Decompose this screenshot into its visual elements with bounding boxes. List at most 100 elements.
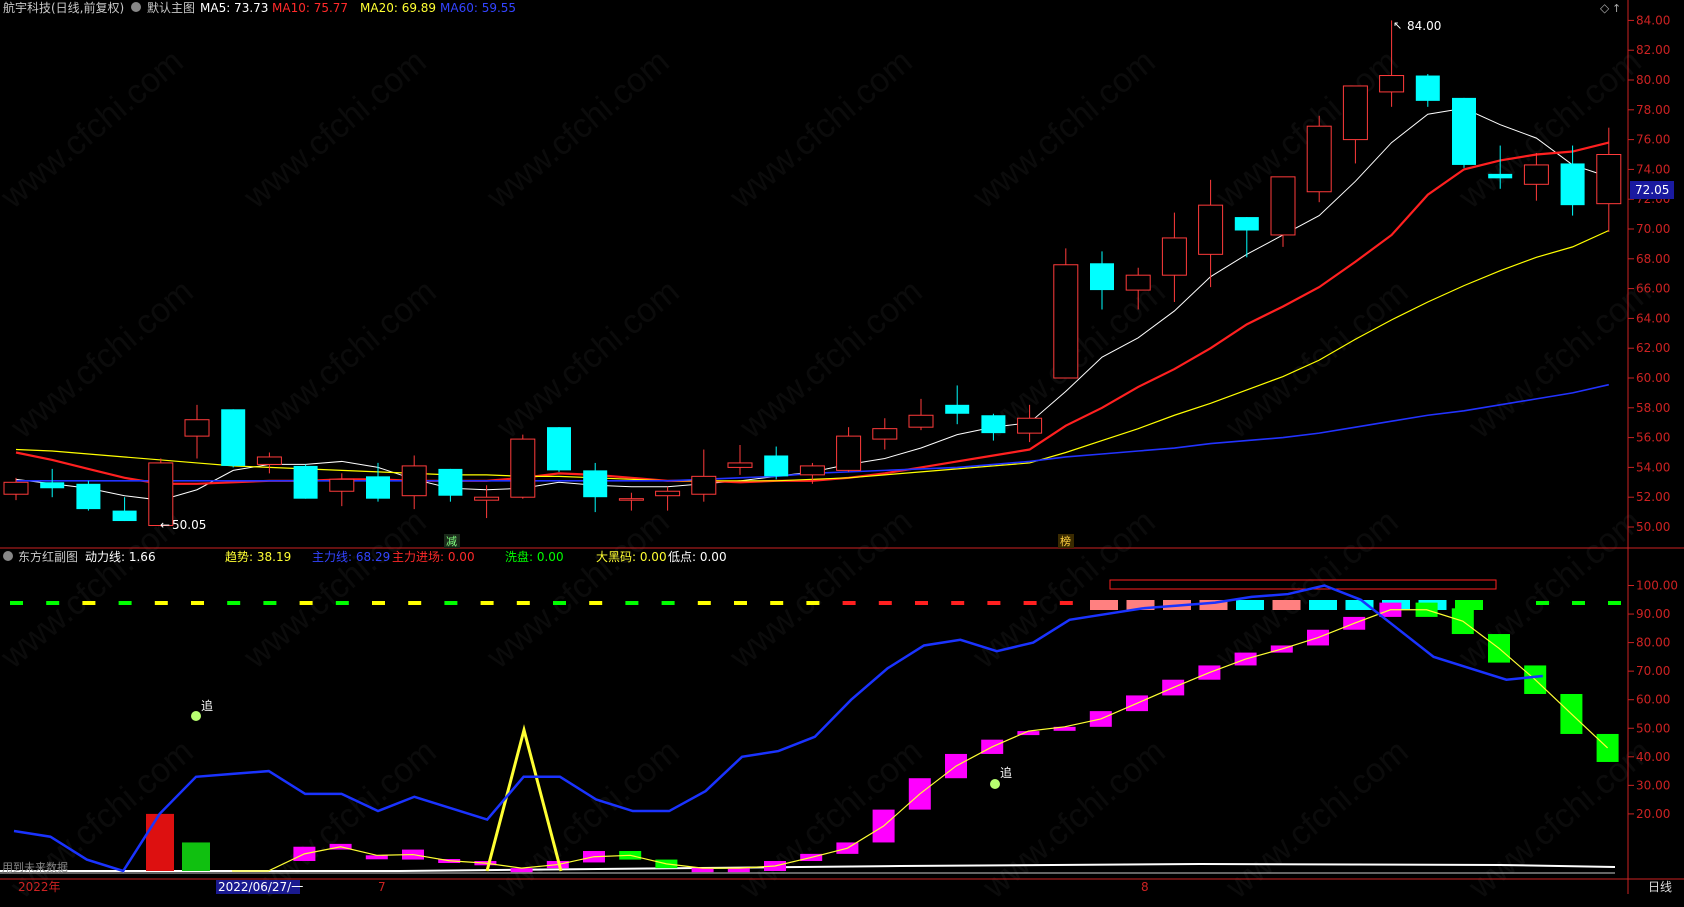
signal-dash bbox=[480, 601, 494, 605]
signal-dash bbox=[1536, 601, 1549, 605]
signal-dash bbox=[1608, 601, 1621, 605]
candle-body bbox=[1379, 75, 1405, 93]
low-point-label: 低点: 0.00 bbox=[668, 550, 727, 564]
power-line bbox=[0, 862, 1616, 872]
signal-dash bbox=[553, 601, 566, 605]
top-zone-bar bbox=[1272, 600, 1301, 610]
price-plot bbox=[3, 20, 1622, 527]
indicator-tick-label: 60.00 bbox=[1636, 693, 1670, 707]
candle-body bbox=[547, 427, 571, 471]
main-line bbox=[13, 584, 1543, 873]
ma5-label: MA5: 73.73 bbox=[200, 1, 268, 15]
signal-dash bbox=[589, 601, 603, 605]
signal-dash bbox=[46, 601, 60, 605]
stock-name: 航宇科技(日线,前复权) bbox=[3, 0, 124, 15]
top-zone-bar bbox=[1236, 600, 1264, 610]
month-8-label: 8 bbox=[1141, 880, 1149, 894]
candle-body bbox=[3, 481, 29, 495]
signal-dash bbox=[734, 601, 747, 605]
candle-body bbox=[184, 419, 210, 437]
candle-body bbox=[908, 414, 934, 428]
diamond-icon[interactable]: ◇ bbox=[1600, 1, 1610, 15]
signal-dash bbox=[10, 601, 23, 605]
candle-body bbox=[1560, 163, 1585, 206]
candle-body bbox=[1596, 154, 1622, 205]
price-tick-label: 66.00 bbox=[1636, 282, 1670, 296]
price-tick-label: 82.00 bbox=[1636, 43, 1670, 57]
signal-dash bbox=[263, 601, 277, 605]
signal-dash bbox=[806, 601, 820, 605]
high-price-label: 84.00 bbox=[1407, 19, 1441, 33]
stock-chart[interactable]: 50.00 52.00 54.00 56.00 58.00 60.00 62.00 64.00… bbox=[0, 0, 1684, 894]
price-tick-label: 80.00 bbox=[1636, 73, 1670, 87]
candle-body bbox=[1234, 217, 1259, 231]
indicator-tick-label: 70.00 bbox=[1636, 664, 1670, 678]
main-entry-bar bbox=[182, 842, 210, 871]
period-label[interactable]: 日线 bbox=[1648, 880, 1672, 894]
main-entry-bar bbox=[146, 813, 174, 871]
ma-line-ma5 bbox=[15, 107, 1609, 501]
candle-body bbox=[401, 465, 427, 497]
chase-label-1: 追 bbox=[201, 698, 213, 713]
candle-body bbox=[366, 476, 390, 499]
price-tick-label: 50.00 bbox=[1636, 520, 1670, 534]
indicator-tick-label: 50.00 bbox=[1636, 721, 1670, 735]
signal-dash bbox=[915, 601, 928, 605]
low-price-label: 50.05 bbox=[172, 518, 206, 532]
indicator-name[interactable]: 东方红副图 bbox=[18, 549, 78, 564]
candle-body bbox=[1125, 274, 1151, 291]
price-tick-label: 62.00 bbox=[1636, 341, 1670, 355]
signal-dash bbox=[372, 601, 385, 605]
surge-tag: 榜 bbox=[1060, 534, 1071, 548]
restore-icon[interactable]: ↑ bbox=[1612, 2, 1621, 15]
candle-body bbox=[221, 409, 246, 466]
price-tick-label: 60.00 bbox=[1636, 371, 1670, 385]
candle-body bbox=[1452, 97, 1476, 165]
candle-body bbox=[618, 498, 644, 501]
price-tick-label: 64.00 bbox=[1636, 311, 1670, 325]
signal-dash bbox=[661, 601, 675, 605]
candle-body bbox=[40, 482, 65, 489]
top-zone-bar bbox=[1090, 600, 1118, 610]
indicator-tick-label: 30.00 bbox=[1636, 778, 1670, 792]
signal-dash bbox=[1572, 601, 1585, 605]
price-tick-label: 58.00 bbox=[1636, 401, 1670, 415]
candle-body bbox=[945, 404, 970, 414]
candle-body bbox=[836, 435, 862, 471]
indicator-tick-label: 40.00 bbox=[1636, 750, 1670, 764]
signal-spike bbox=[485, 724, 563, 872]
ma20-label: MA20: 69.89 bbox=[360, 1, 436, 15]
candle-body bbox=[727, 462, 753, 468]
annotations: 84.00 ↖ ← 50.05 72.05 减 榜 追 追 bbox=[160, 19, 1674, 789]
indicator-tick-label: 100.00 bbox=[1636, 579, 1678, 593]
signal-dash bbox=[444, 601, 458, 605]
signal-dash bbox=[697, 601, 711, 605]
gear-icon[interactable] bbox=[131, 2, 141, 12]
signal-dash bbox=[227, 601, 241, 605]
signal-dash bbox=[951, 601, 965, 605]
price-tick-label: 54.00 bbox=[1636, 460, 1670, 474]
main-header: 航宇科技(日线,前复权) 默认主图 MA5: 73.73 MA10: 75.77… bbox=[3, 0, 1621, 15]
power-line-label: 动力线: 1.66 bbox=[85, 550, 156, 564]
signal-dash bbox=[335, 601, 349, 605]
price-tick-label: 52.00 bbox=[1636, 490, 1670, 504]
gear-icon[interactable] bbox=[3, 551, 13, 561]
signal-dash bbox=[770, 601, 784, 605]
signal-dash bbox=[625, 601, 639, 605]
ma60-label: MA60: 59.55 bbox=[440, 1, 516, 15]
chart-name[interactable]: 默认主图 bbox=[147, 0, 195, 15]
candle-body bbox=[1090, 263, 1114, 291]
trend-bar bbox=[1596, 733, 1619, 762]
candle-body bbox=[1161, 237, 1187, 276]
candle-body bbox=[438, 468, 463, 496]
signal-dash bbox=[1023, 601, 1037, 605]
candle-body bbox=[1415, 75, 1440, 101]
indicator-tick-label: 20.00 bbox=[1636, 807, 1670, 821]
price-tick-label: 56.00 bbox=[1636, 431, 1670, 445]
price-tick-label: 84.00 bbox=[1636, 13, 1670, 27]
signal-dash bbox=[118, 601, 132, 605]
price-tick-label: 68.00 bbox=[1636, 252, 1670, 266]
signal-dash bbox=[878, 601, 892, 605]
candle-body bbox=[872, 428, 898, 440]
date-label: 2022/06/27/一 bbox=[218, 880, 303, 894]
